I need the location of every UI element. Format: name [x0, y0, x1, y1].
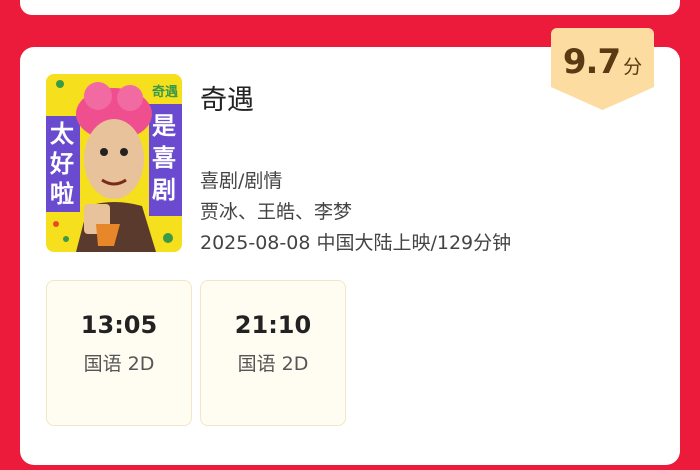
movie-poster[interactable]: 奇遇 太 好 啦 是 喜 剧 — [46, 74, 182, 252]
showtime-time: 21:10 — [234, 311, 312, 339]
poster-text-left-1: 太 — [50, 120, 75, 148]
poster-text-left-3: 啦 — [50, 180, 74, 208]
poster-text-right-1: 是 — [152, 112, 176, 140]
poster-text-right-2: 喜 — [152, 144, 176, 172]
showtime-card[interactable]: 21:10 国语 2D — [200, 280, 346, 426]
movie-cast: 贾冰、王皓、李梦 — [200, 201, 353, 223]
previous-movie-card — [20, 0, 680, 15]
showtime-time: 13:05 — [80, 311, 158, 339]
poster-text-right-3: 剧 — [152, 176, 176, 204]
poster-text-top: 奇遇 — [152, 84, 178, 100]
score-unit: 分 — [623, 56, 643, 78]
showtime-format: 国语 2D — [237, 353, 309, 375]
movie-title[interactable]: 奇遇 — [200, 78, 254, 117]
movie-genre: 喜剧/剧情 — [200, 170, 283, 192]
score-value: 9.7 — [562, 42, 621, 82]
poster-text-left-2: 好 — [49, 150, 74, 178]
movie-release-info: 2025-08-08 中国大陆上映/129分钟 — [200, 232, 512, 254]
showtime-card[interactable]: 13:05 国语 2D — [46, 280, 192, 426]
showtime-format: 国语 2D — [83, 353, 155, 375]
